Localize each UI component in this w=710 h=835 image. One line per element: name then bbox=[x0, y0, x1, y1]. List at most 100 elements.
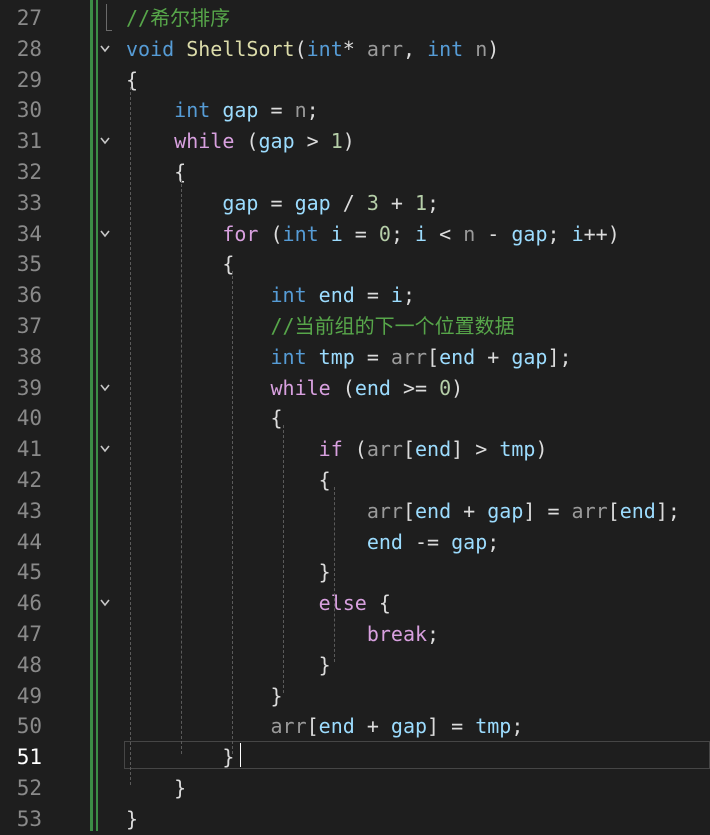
code-text[interactable]: { bbox=[126, 403, 282, 434]
fold-chevron-icon[interactable] bbox=[100, 136, 110, 146]
code-token: i bbox=[330, 221, 343, 246]
code-token: gap bbox=[222, 98, 259, 123]
code-line[interactable]: 31 while (gap > 1) bbox=[0, 126, 710, 157]
code-token: >= bbox=[390, 375, 440, 400]
code-line[interactable]: 38 int tmp = arr[end + gap]; bbox=[0, 342, 710, 373]
code-text[interactable]: //希尔排序 bbox=[126, 3, 230, 34]
code-line[interactable]: 34 for (int i = 0; i < n - gap; i++) bbox=[0, 219, 710, 250]
code-text[interactable]: arr[end + gap] = arr[end]; bbox=[126, 496, 680, 527]
code-line[interactable]: 46 else { bbox=[0, 588, 710, 619]
code-text[interactable]: void ShellSort(int* arr, int n) bbox=[126, 34, 499, 65]
code-line[interactable]: 33 gap = gap / 3 + 1; bbox=[0, 188, 710, 219]
code-token: tmp bbox=[475, 714, 512, 739]
code-line[interactable]: 41 if (arr[end] > tmp) bbox=[0, 434, 710, 465]
code-line[interactable]: 36 int end = i; bbox=[0, 280, 710, 311]
code-token: ( bbox=[294, 36, 307, 61]
code-line[interactable]: 49 } bbox=[0, 681, 710, 712]
code-token: } bbox=[126, 683, 283, 708]
indent-guide bbox=[334, 487, 335, 662]
code-text[interactable]: { bbox=[126, 465, 331, 496]
code-line[interactable]: 32 { bbox=[0, 157, 710, 188]
code-token: + bbox=[475, 344, 512, 369]
code-token: ]; bbox=[655, 498, 680, 523]
code-token: end bbox=[318, 283, 355, 308]
code-token: end bbox=[415, 437, 452, 462]
code-token: gap bbox=[511, 344, 548, 369]
code-text[interactable]: else { bbox=[126, 588, 391, 619]
code-line[interactable]: 53} bbox=[0, 804, 710, 835]
code-text[interactable]: arr[end + gap] = tmp; bbox=[126, 711, 524, 742]
code-line[interactable]: 52 } bbox=[0, 773, 710, 804]
line-number: 47 bbox=[16, 622, 42, 646]
code-line[interactable]: 48 } bbox=[0, 650, 710, 681]
code-text[interactable]: int tmp = arr[end + gap]; bbox=[126, 342, 572, 373]
code-token: while bbox=[270, 375, 331, 400]
fold-chevron-icon[interactable] bbox=[100, 598, 110, 608]
indent-guide bbox=[232, 271, 233, 755]
line-number: 49 bbox=[16, 683, 42, 708]
code-token: end bbox=[318, 714, 355, 739]
code-text[interactable]: while (gap > 1) bbox=[126, 126, 355, 157]
code-token: [ bbox=[402, 437, 416, 462]
code-line[interactable]: 35 { bbox=[0, 249, 710, 280]
code-line[interactable]: 45 } bbox=[0, 557, 710, 588]
line-number: 28 bbox=[16, 36, 42, 61]
code-text[interactable]: gap = gap / 3 + 1; bbox=[126, 188, 439, 219]
line-number: 29 bbox=[16, 67, 42, 92]
code-text[interactable]: } bbox=[126, 804, 138, 835]
code-text[interactable]: } bbox=[126, 557, 331, 588]
code-line[interactable]: 43 arr[end + gap] = arr[end]; bbox=[0, 496, 710, 527]
code-token: 0 bbox=[378, 221, 391, 246]
code-token: ; bbox=[390, 221, 416, 246]
code-token: int bbox=[282, 221, 319, 246]
code-text[interactable]: } bbox=[126, 650, 331, 681]
code-line[interactable]: 50 arr[end + gap] = tmp; bbox=[0, 711, 710, 742]
code-token: ; bbox=[547, 221, 572, 246]
code-line[interactable]: 40 { bbox=[0, 403, 710, 434]
code-text[interactable]: } bbox=[126, 681, 283, 712]
code-token: ] = bbox=[523, 498, 572, 523]
code-line[interactable]: 44 end -= gap; bbox=[0, 527, 710, 558]
code-token: gap bbox=[511, 221, 548, 246]
code-text[interactable]: if (arr[end] > tmp) bbox=[126, 434, 548, 465]
fold-chevron-icon[interactable] bbox=[100, 44, 110, 54]
code-text[interactable]: int end = i; bbox=[126, 280, 416, 311]
code-text[interactable]: while (end >= 0) bbox=[126, 373, 464, 404]
code-text[interactable]: } bbox=[126, 773, 186, 804]
code-token: 1 bbox=[415, 190, 428, 215]
code-text[interactable]: { bbox=[126, 157, 186, 188]
code-line[interactable]: 29 { bbox=[0, 65, 710, 96]
code-editor[interactable]: 27//希尔排序 28 void ShellSort(int* arr, int n… bbox=[0, 0, 710, 831]
fold-chevron-icon[interactable] bbox=[100, 444, 110, 454]
line-number: 36 bbox=[16, 283, 42, 308]
line-number: 44 bbox=[16, 529, 42, 554]
code-line[interactable]: 51 } bbox=[0, 742, 710, 773]
code-token: ++) bbox=[583, 221, 620, 246]
line-number: 46 bbox=[16, 591, 42, 616]
code-token: -= bbox=[402, 529, 452, 554]
code-text[interactable]: { bbox=[126, 65, 138, 96]
code-line[interactable]: 37 //当前组的下一个位置数据 bbox=[0, 311, 710, 342]
code-token: arr bbox=[390, 344, 428, 369]
code-token: n bbox=[475, 36, 488, 61]
code-text[interactable]: for (int i = 0; i < n - gap; i++) bbox=[126, 219, 620, 250]
code-text[interactable]: int gap = n; bbox=[126, 95, 319, 126]
code-line[interactable]: 42 { bbox=[0, 465, 710, 496]
code-text[interactable]: //当前组的下一个位置数据 bbox=[126, 311, 515, 342]
code-token: ; bbox=[306, 98, 319, 123]
code-line[interactable]: 39 while (end >= 0) bbox=[0, 373, 710, 404]
code-token: = bbox=[342, 221, 379, 246]
code-token: if bbox=[318, 437, 343, 462]
code-token: [ bbox=[607, 498, 620, 523]
code-line[interactable]: 28 void ShellSort(int* arr, int n) bbox=[0, 34, 710, 65]
code-token: ( bbox=[258, 221, 283, 246]
fold-chevron-icon[interactable] bbox=[100, 383, 110, 393]
code-line[interactable]: 30 int gap = n; bbox=[0, 95, 710, 126]
code-line[interactable]: 47 break; bbox=[0, 619, 710, 650]
fold-chevron-icon[interactable] bbox=[100, 229, 110, 239]
